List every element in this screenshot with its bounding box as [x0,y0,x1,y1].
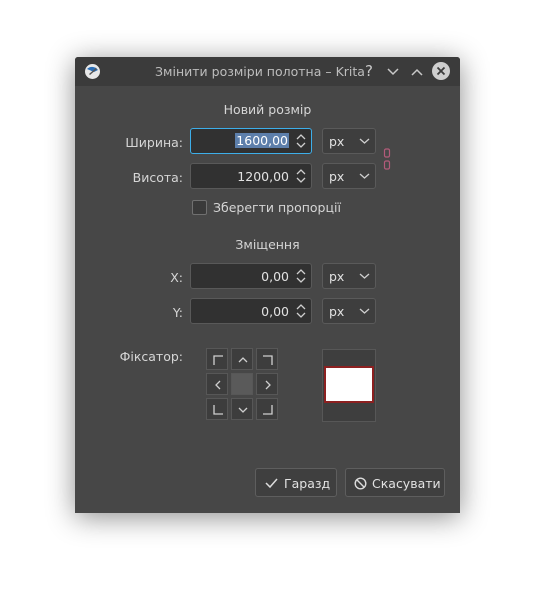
anchor-center[interactable] [231,373,253,395]
chevron-down-icon [359,308,370,314]
checkmark-icon [265,478,278,489]
anchor-top-left[interactable] [206,348,228,370]
canvas-size-dialog: Змінити розміри полотна – Krita ? Новий … [75,57,460,513]
spin-arrows-icon[interactable] [294,131,308,151]
chevron-down-icon [359,173,370,179]
arrow-left-icon [215,380,221,390]
cancel-button-label: Скасувати [372,476,441,491]
arrow-down-icon [238,407,248,413]
width-value: 1600,00 [235,133,289,148]
height-unit-select[interactable]: px [322,163,376,189]
anchor-bottom-left[interactable] [206,398,228,420]
height-label: Висота: [132,170,183,185]
keep-ratio-label[interactable]: Зберегти пропорції [213,200,341,215]
spin-arrows-icon[interactable] [294,301,308,321]
y-unit: px [329,304,345,319]
ok-button[interactable]: Гаразд [255,468,337,497]
window-title: Змінити розміри полотна – Krita [155,64,365,79]
y-label: Y: [172,305,183,320]
new-size-heading: Новий розмір [223,102,312,117]
corner-bottom-right-icon [263,405,273,415]
keep-ratio-checkbox[interactable] [192,200,207,215]
minimize-icon[interactable] [384,62,402,80]
krita-app-icon [84,63,101,80]
x-unit: px [329,269,345,284]
offset-heading: Зміщення [235,237,300,252]
anchor-top-right[interactable] [256,348,278,370]
x-offset-spinbox[interactable]: 0,00 [190,263,312,289]
aspect-chain-icon[interactable] [383,148,391,170]
corner-top-right-icon [263,355,273,365]
y-offset-value: 0,00 [261,304,289,319]
title-bar[interactable]: Змінити розміри полотна – Krita ? [75,57,460,86]
preview-canvas-rect [324,366,374,403]
close-icon[interactable] [432,62,450,80]
y-unit-select[interactable]: px [322,298,376,324]
maximize-icon[interactable] [408,62,426,80]
arrow-right-icon [265,380,271,390]
chevron-down-icon [359,138,370,144]
width-spinbox[interactable]: 1600,00 [190,128,312,154]
height-unit: px [329,169,345,184]
height-spinbox[interactable]: 1200,00 [190,163,312,189]
anchor-left[interactable] [206,373,228,395]
canvas-preview [322,349,376,422]
anchor-bottom-right[interactable] [256,398,278,420]
arrow-up-icon [238,357,248,363]
width-unit: px [329,134,345,149]
height-value: 1200,00 [237,169,289,184]
x-label: X: [170,270,183,285]
ok-button-label: Гаразд [284,476,331,491]
anchor-top[interactable] [231,348,253,370]
chevron-down-icon [359,273,370,279]
cancel-icon [354,477,367,490]
spin-arrows-icon[interactable] [294,266,308,286]
x-unit-select[interactable]: px [322,263,376,289]
cancel-button[interactable]: Скасувати [345,468,445,497]
anchor-right[interactable] [256,373,278,395]
help-glyph: ? [365,62,373,80]
anchor-label: Фіксатор: [119,349,183,364]
corner-bottom-left-icon [213,405,223,415]
width-label: Ширина: [125,135,183,150]
anchor-bottom[interactable] [231,398,253,420]
y-offset-spinbox[interactable]: 0,00 [190,298,312,324]
corner-top-left-icon [213,355,223,365]
spin-arrows-icon[interactable] [294,166,308,186]
help-icon[interactable]: ? [360,62,378,80]
width-unit-select[interactable]: px [322,128,376,154]
anchor-grid [206,348,280,422]
x-offset-value: 0,00 [261,269,289,284]
